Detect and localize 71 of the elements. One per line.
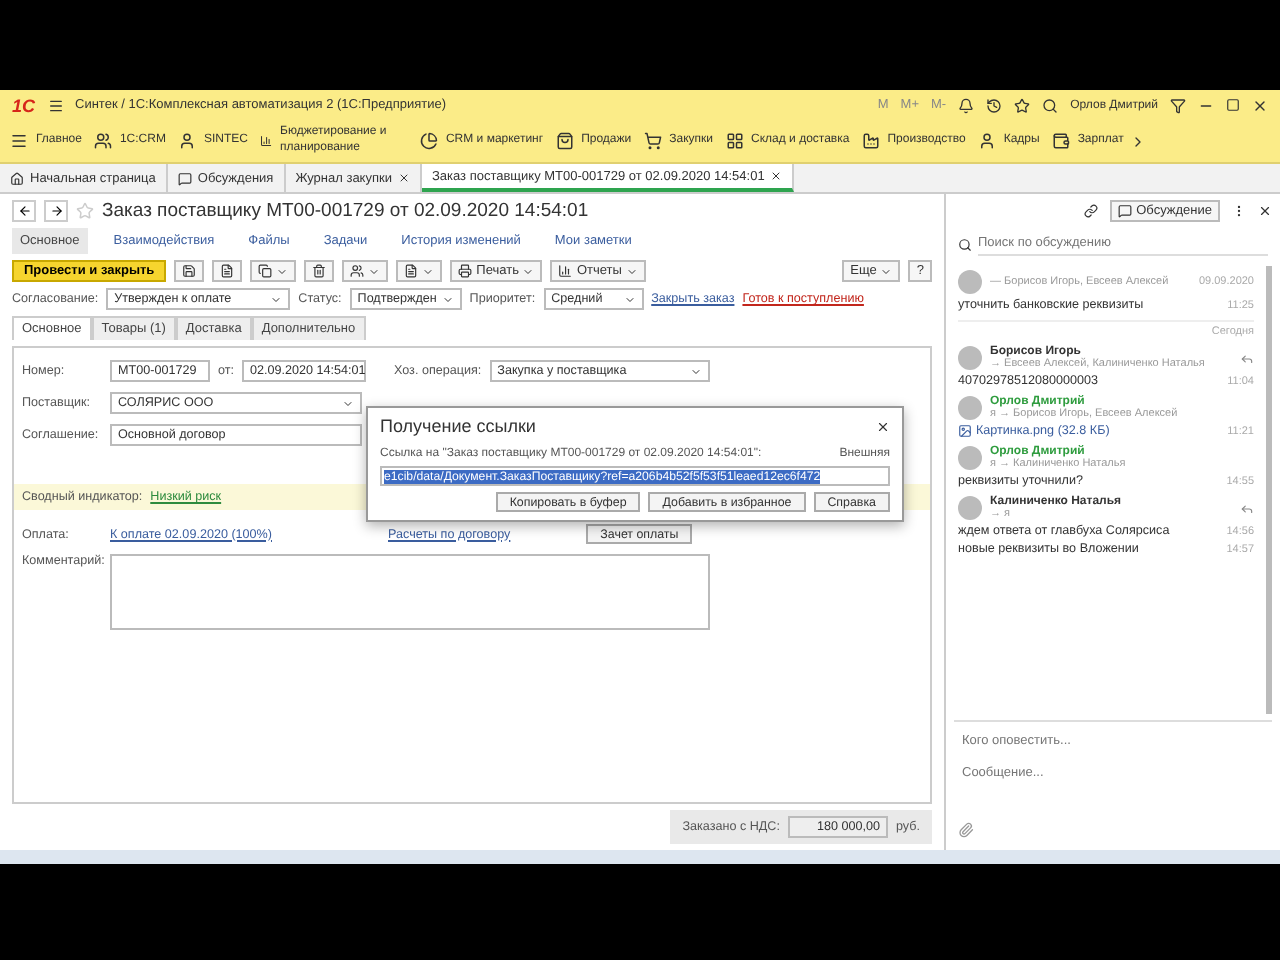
close-icon[interactable] — [397, 172, 410, 184]
chart-icon — [558, 264, 573, 278]
home-icon — [10, 171, 24, 185]
document-icon — [220, 264, 235, 278]
dropdown-icon — [623, 293, 636, 305]
dropdown-icon — [522, 265, 535, 277]
printer-icon — [458, 264, 473, 278]
pie-chart-icon — [419, 132, 438, 150]
paperclip-icon[interactable] — [958, 821, 974, 838]
close-icon[interactable] — [770, 170, 783, 182]
dropdown-icon — [441, 293, 454, 305]
close-icon[interactable] — [1252, 97, 1268, 113]
copy-button[interactable] — [250, 260, 297, 282]
search-icon[interactable] — [1042, 97, 1059, 113]
dropdown-icon — [422, 265, 435, 277]
reply-icon[interactable] — [1240, 351, 1254, 365]
document-icon — [404, 264, 419, 278]
history-icon[interactable] — [986, 97, 1003, 113]
document-button[interactable] — [212, 260, 243, 282]
maximize-icon[interactable] — [1226, 98, 1240, 112]
form-title: Заказ поставщику МТ00-001729 от 02.09.2020 14:54:01 — [102, 200, 589, 222]
search-icon — [958, 237, 972, 251]
avatar-icon — [958, 496, 982, 520]
close-icon[interactable] — [876, 419, 890, 433]
funnel-icon[interactable] — [1170, 97, 1186, 113]
forward-arrow-icon — [49, 204, 63, 218]
chat-icon — [1118, 204, 1133, 218]
app-logo: 1С — [12, 95, 36, 115]
delete-button[interactable] — [304, 260, 335, 282]
bell-icon[interactable] — [958, 97, 975, 113]
star-icon[interactable] — [1014, 97, 1031, 113]
save-icon — [182, 264, 197, 278]
bag-icon — [555, 132, 574, 150]
back-arrow-icon — [17, 204, 31, 218]
dropdown-icon — [689, 365, 702, 377]
avatar-icon — [958, 270, 982, 294]
users-button[interactable] — [342, 260, 389, 282]
image-icon — [958, 424, 972, 438]
dropdown-icon — [276, 265, 289, 277]
copy-icon — [258, 264, 273, 278]
trash-icon — [312, 264, 327, 278]
dropdown-icon — [880, 265, 893, 277]
chart-icon — [259, 132, 273, 150]
dropdown-icon — [342, 397, 354, 409]
users-icon — [350, 264, 365, 278]
avatar-icon — [958, 346, 982, 370]
link-icon[interactable] — [1084, 204, 1099, 218]
save-button[interactable] — [174, 260, 205, 282]
factory-icon — [861, 132, 880, 150]
forward-button[interactable] — [44, 200, 68, 222]
chat-icon — [177, 171, 192, 185]
avatar-icon — [958, 396, 982, 420]
users-icon — [93, 132, 112, 150]
grid-icon — [725, 132, 744, 150]
person-icon — [177, 132, 196, 150]
dropdown-icon — [625, 265, 638, 277]
reply-icon[interactable] — [1240, 501, 1254, 515]
person-icon — [977, 132, 996, 150]
close-icon[interactable] — [1258, 204, 1272, 218]
menu-icon[interactable] — [47, 97, 64, 113]
dropdown-icon — [270, 293, 283, 305]
more-icon[interactable] — [1232, 204, 1246, 218]
back-button[interactable] — [12, 200, 36, 222]
menu-icon — [10, 132, 28, 150]
file-button[interactable] — [396, 260, 443, 282]
wallet-icon — [1051, 132, 1070, 150]
avatar-icon — [958, 446, 982, 470]
cart-icon — [643, 132, 662, 150]
dropdown-icon — [368, 265, 381, 277]
dialog-title: Получение ссылки — [380, 416, 536, 436]
comment-field[interactable] — [110, 554, 710, 630]
